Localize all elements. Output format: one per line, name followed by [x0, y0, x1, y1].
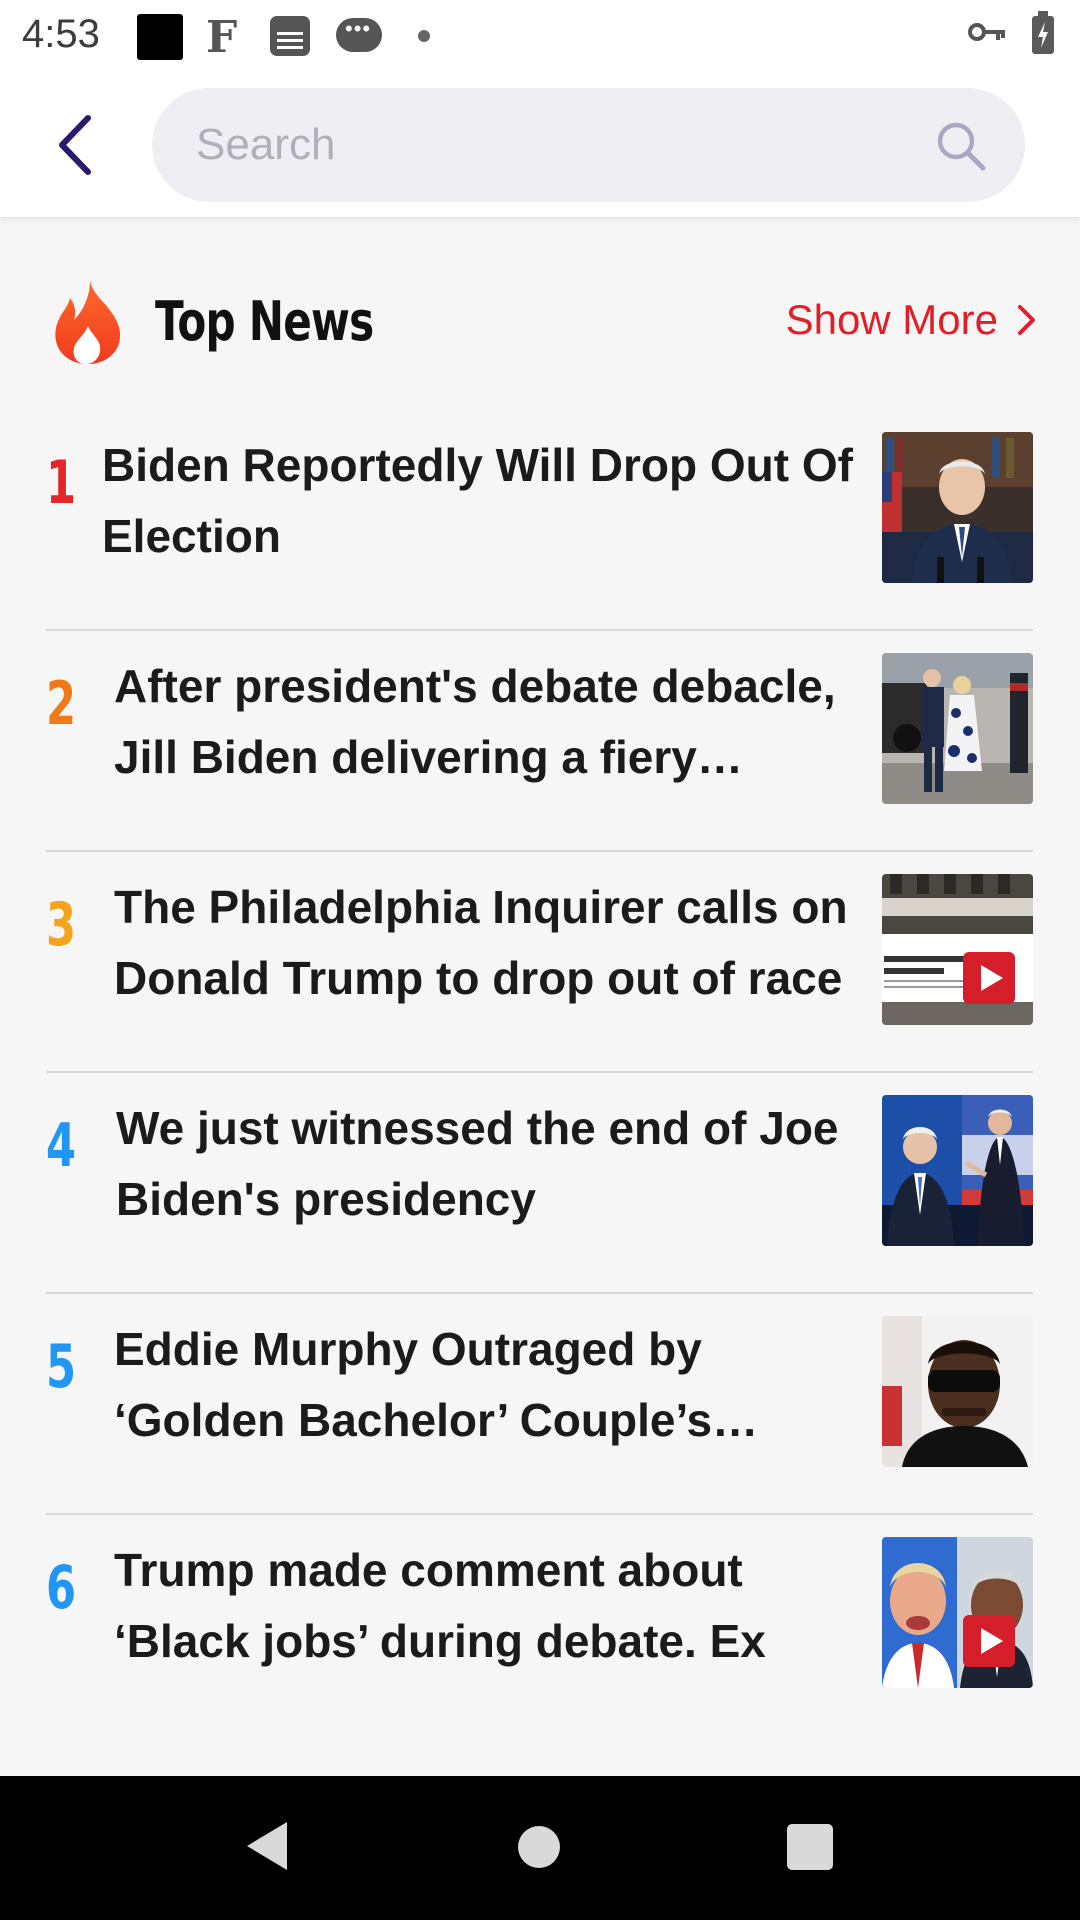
f-logo-icon: F — [206, 12, 238, 63]
rank-number: 2 — [46, 669, 77, 739]
section-title: Top News — [155, 290, 374, 353]
rank-number: 4 — [46, 1111, 77, 1181]
search-header — [0, 74, 1080, 217]
news-item[interactable]: 1 Biden Reportedly Will Drop Out Of Elec… — [46, 410, 1033, 631]
news-thumbnail[interactable] — [882, 1095, 1033, 1246]
rank-number: 1 — [46, 448, 77, 518]
news-thumbnail[interactable] — [882, 874, 1033, 1025]
play-video-icon — [963, 1615, 1015, 1667]
search-input[interactable] — [194, 119, 898, 171]
rank-number: 3 — [46, 890, 77, 960]
news-headline[interactable]: The Philadelphia Inquirer calls on Donal… — [114, 872, 874, 1014]
news-headline[interactable]: Eddie Murphy Outraged by ‘Golden Bachelo… — [114, 1314, 874, 1456]
news-thumbnail[interactable] — [882, 432, 1033, 583]
nav-back-icon[interactable] — [245, 1820, 289, 1872]
status-time: 4:53 — [22, 12, 100, 56]
play-video-icon — [963, 952, 1015, 1004]
news-list: 1 Biden Reportedly Will Drop Out Of Elec… — [46, 410, 1033, 1736]
fire-icon — [55, 280, 121, 364]
rank-number: 6 — [46, 1553, 77, 1623]
news-headline[interactable]: We just witnessed the end of Joe Biden's… — [116, 1093, 876, 1235]
news-item[interactable]: 2 After president's debate debacle, Jill… — [46, 631, 1033, 852]
news-item[interactable]: 6 Trump made comment about ‘Black jobs’ … — [46, 1515, 1033, 1736]
show-more-label: Show More — [785, 296, 998, 343]
system-nav-bar — [0, 1776, 1080, 1920]
news-item[interactable]: 4 We just witnessed the end of Joe Biden… — [46, 1073, 1033, 1294]
battery-charging-icon — [1032, 11, 1054, 54]
chevron-right-icon — [1018, 305, 1035, 335]
search-icon[interactable] — [933, 118, 989, 174]
chat-bubble-icon — [336, 16, 382, 52]
top-news-header: Top News Show More — [0, 268, 1080, 378]
search-bar[interactable] — [152, 88, 1025, 202]
nav-home-icon[interactable] — [518, 1826, 560, 1868]
news-thumbnail[interactable] — [882, 653, 1033, 804]
news-headline[interactable]: After president's debate debacle, Jill B… — [114, 651, 874, 793]
news-item[interactable]: 3 The Philadelphia Inquirer calls on Don… — [46, 852, 1033, 1073]
rank-number: 5 — [46, 1332, 77, 1402]
nav-recents-icon[interactable] — [787, 1824, 833, 1870]
status-bar: 4:53 F — [0, 0, 1080, 74]
back-button[interactable] — [44, 110, 114, 180]
back-arrow-icon — [59, 115, 91, 175]
show-more-button[interactable]: Show More — [786, 296, 1038, 344]
dot-icon — [418, 30, 430, 42]
news-thumbnail[interactable] — [882, 1316, 1033, 1467]
news-headline[interactable]: Trump made comment about ‘Black jobs’ du… — [114, 1535, 874, 1677]
news-headline[interactable]: Biden Reportedly Will Drop Out Of Electi… — [102, 430, 862, 572]
local-news-icon — [270, 16, 310, 56]
black-square-icon — [137, 14, 183, 60]
news-item[interactable]: 5 Eddie Murphy Outraged by ‘Golden Bache… — [46, 1294, 1033, 1515]
news-thumbnail[interactable] — [882, 1537, 1033, 1688]
vpn-key-icon — [968, 20, 1008, 49]
